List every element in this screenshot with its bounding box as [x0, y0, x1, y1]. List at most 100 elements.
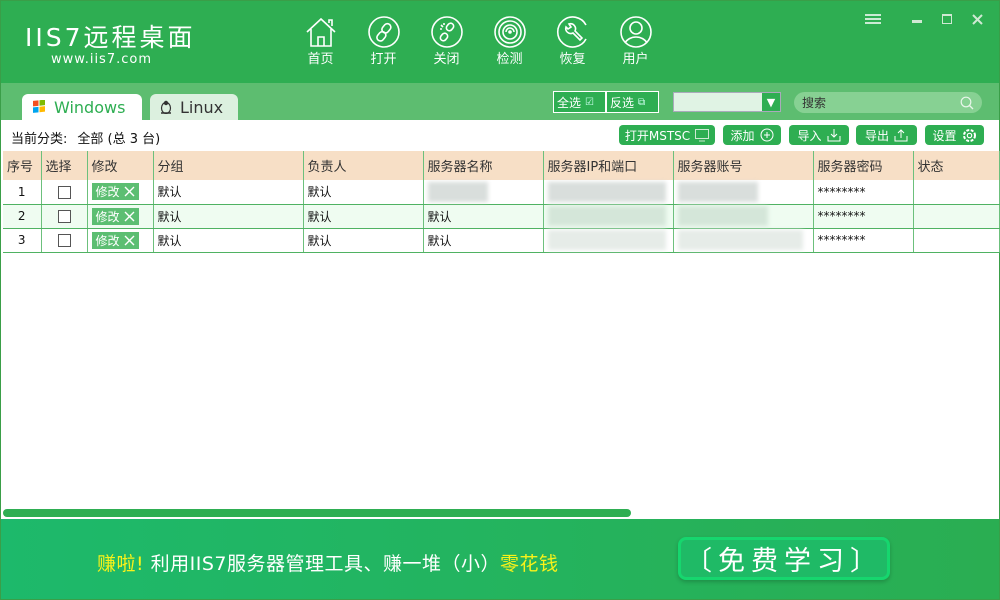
nav-restore[interactable]: 恢复	[541, 15, 604, 68]
col-group[interactable]: 分组	[153, 151, 304, 180]
monitor-icon	[695, 128, 710, 141]
import-button[interactable]: 导入	[789, 125, 849, 145]
nav-detect-label: 检测	[496, 52, 523, 67]
redacted-value	[547, 206, 666, 226]
plus-circle-icon	[760, 128, 773, 142]
col-owner[interactable]: 负责人	[303, 151, 424, 180]
main-nav: 首页 打开 关闭 检测 恢复 用户	[289, 15, 667, 68]
row-group: 默认	[153, 228, 304, 253]
col-index[interactable]: 序号	[3, 151, 42, 180]
col-select[interactable]: 选择	[41, 151, 88, 180]
row-checkbox[interactable]	[57, 185, 71, 199]
settings-label: 设置	[932, 128, 957, 143]
row-server-password: ********	[813, 180, 914, 205]
title-bar: IIS7远程桌面 www.iis7.com 首页 打开 关闭 检测 恢复 用户	[1, 1, 999, 83]
row-status	[913, 204, 1000, 229]
invert-selection-button[interactable]: 反选 ⧉	[606, 91, 659, 113]
row-edit-button[interactable]: 修改	[91, 207, 139, 225]
open-mstsc-button[interactable]: 打开MSTSC	[619, 125, 715, 145]
col-server-ip[interactable]: 服务器IP和端口	[543, 151, 674, 180]
row-edit-button[interactable]: 修改	[91, 183, 139, 201]
row-group: 默认	[153, 204, 304, 229]
windows-logo-icon	[33, 100, 45, 113]
chevron-down-icon[interactable]: ▼	[762, 93, 780, 111]
redacted-value	[677, 230, 803, 250]
broken-link-icon	[430, 16, 463, 48]
row-checkbox[interactable]	[57, 210, 71, 223]
nav-home-label: 首页	[307, 52, 334, 67]
link-icon	[367, 16, 400, 48]
settings-button[interactable]: 设置	[925, 125, 984, 145]
nav-detect[interactable]: 检测	[478, 15, 541, 68]
row-server-ip	[543, 228, 674, 253]
search-icon[interactable]	[960, 96, 974, 110]
row-server-name: 默认	[423, 204, 544, 229]
free-learning-button[interactable]: 〔免费学习〕	[678, 537, 890, 580]
tab-linux[interactable]: Linux	[150, 94, 238, 120]
table-row[interactable]: 3 修改 默认 默认 默认 ********	[3, 228, 1000, 253]
row-index: 2	[3, 204, 42, 229]
download-icon	[827, 129, 840, 142]
row-server-name	[423, 180, 544, 205]
nav-user-label: 用户	[622, 52, 649, 67]
tab-windows[interactable]: Windows	[22, 94, 142, 120]
table-row[interactable]: 2 修改 默认 默认 默认 ********	[3, 204, 1000, 229]
menu-button[interactable]	[861, 9, 885, 29]
row-checkbox[interactable]	[57, 234, 71, 247]
tab-linux-label: Linux	[180, 97, 224, 117]
radar-icon	[493, 16, 526, 48]
gear-icon	[962, 128, 976, 142]
linux-penguin-icon	[160, 100, 172, 114]
redacted-value	[427, 181, 488, 202]
nav-restore-label: 恢复	[559, 52, 586, 67]
import-label: 导入	[797, 128, 822, 143]
search-input[interactable]	[802, 95, 960, 110]
nav-close[interactable]: 关闭	[415, 15, 478, 68]
hamburger-icon	[865, 14, 881, 24]
nav-user[interactable]: 用户	[604, 15, 667, 68]
add-button[interactable]: 添加	[723, 125, 781, 145]
export-label: 导出	[864, 128, 889, 143]
home-icon	[305, 17, 336, 47]
redacted-value	[547, 230, 666, 250]
col-status[interactable]: 状态	[913, 151, 1000, 180]
promo-text: 赚啦! 利用IIS7服务器管理工具、赚一堆（小）零花钱	[97, 549, 559, 576]
col-server-name[interactable]: 服务器名称	[423, 151, 544, 180]
search-box	[794, 92, 982, 113]
horizontal-scrollbar[interactable]	[3, 509, 631, 517]
logo: IIS7远程桌面 www.iis7.com	[25, 23, 196, 67]
export-button[interactable]: 导出	[856, 125, 917, 145]
row-edit-label: 修改	[95, 185, 120, 200]
logo-title: IIS7远程桌面	[25, 23, 196, 52]
row-edit-label: 修改	[95, 209, 120, 224]
server-table: 序号 选择 修改 分组 负责人 服务器名称 服务器IP和端口 服务器账号 服务器…	[3, 151, 1000, 253]
nav-home[interactable]: 首页	[289, 15, 352, 68]
promo-prefix: 赚啦!	[97, 553, 145, 575]
row-group: 默认	[153, 180, 304, 205]
logo-subtitle: www.iis7.com	[51, 52, 153, 67]
maximize-button[interactable]	[935, 9, 959, 29]
invert-icon: ⧉	[638, 96, 646, 108]
upload-icon	[894, 129, 908, 142]
tools-icon	[124, 186, 135, 197]
checkbox-checked-icon: ☑	[585, 96, 594, 108]
col-server-password[interactable]: 服务器密码	[813, 151, 914, 180]
minimize-button[interactable]	[905, 9, 929, 29]
nav-open[interactable]: 打开	[352, 15, 415, 68]
group-filter-dropdown[interactable]: ▼	[673, 92, 781, 112]
redacted-value	[677, 206, 768, 226]
row-owner: 默认	[303, 228, 424, 253]
select-all-button[interactable]: 全选 ☑	[553, 91, 606, 113]
promo-banner[interactable]: 赚啦! 利用IIS7服务器管理工具、赚一堆（小）零花钱 〔免费学习〕	[1, 519, 999, 599]
group-filter-value	[674, 93, 762, 111]
minimize-icon	[912, 20, 922, 23]
row-index: 1	[3, 180, 42, 205]
table-row[interactable]: 1 修改 默认 默认 ********	[3, 180, 1000, 205]
redacted-value	[547, 181, 666, 202]
row-owner: 默认	[303, 204, 424, 229]
row-status	[913, 180, 1000, 205]
col-server-account[interactable]: 服务器账号	[673, 151, 814, 180]
col-edit[interactable]: 修改	[87, 151, 154, 180]
row-edit-button[interactable]: 修改	[91, 231, 139, 249]
close-button[interactable]	[965, 9, 989, 29]
